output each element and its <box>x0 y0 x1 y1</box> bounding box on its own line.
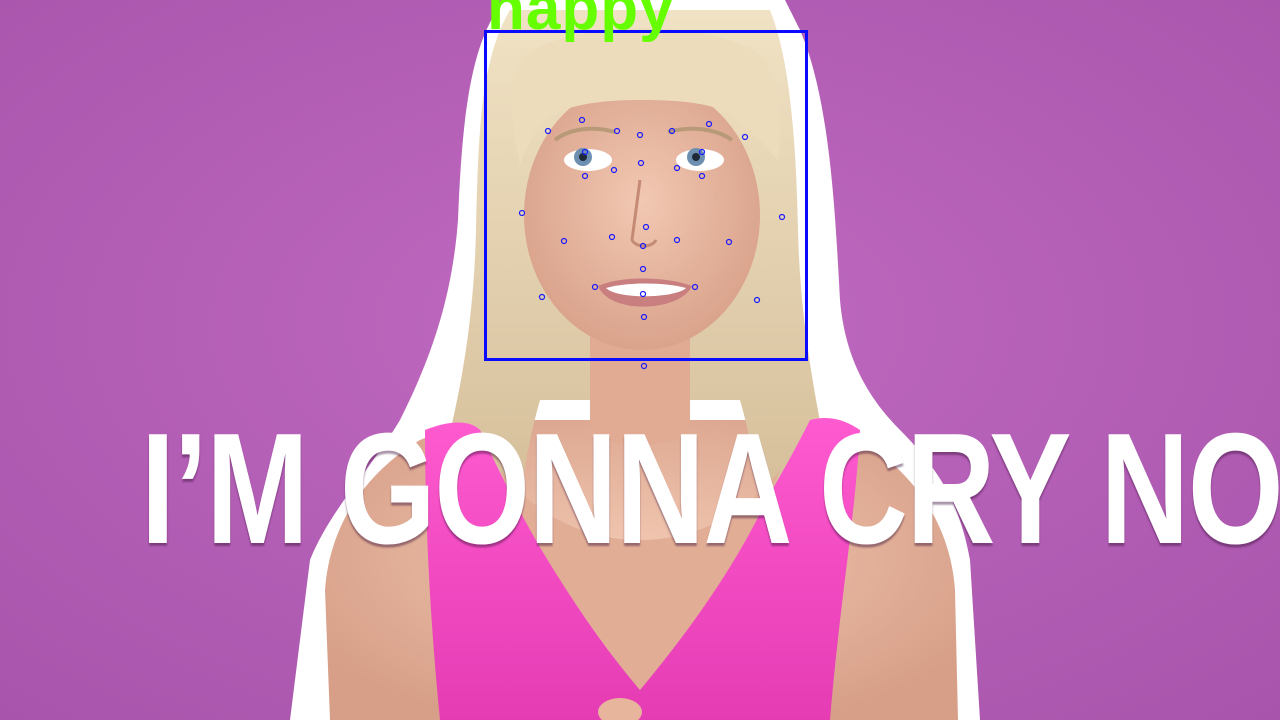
landmark-point <box>698 172 706 180</box>
landmark-point <box>608 233 616 241</box>
landmark-point <box>639 265 647 273</box>
landmark-point <box>778 213 786 221</box>
landmark-point <box>578 116 586 124</box>
landmark-point <box>705 120 713 128</box>
landmark-point <box>581 148 589 156</box>
landmark-point <box>725 238 733 246</box>
landmark-point <box>581 172 589 180</box>
landmark-point <box>613 127 621 135</box>
landmark-point <box>518 209 526 217</box>
landmark-point <box>591 283 599 291</box>
facial-landmarks <box>518 116 786 370</box>
video-frame: happy I’M GONNA CRY NOW <box>0 0 1280 720</box>
landmark-point <box>673 236 681 244</box>
landmark-point <box>544 127 552 135</box>
landmark-point <box>642 223 650 231</box>
landmark-point <box>673 164 681 172</box>
landmark-point <box>560 237 568 245</box>
landmark-point <box>741 133 749 141</box>
landmark-point <box>636 131 644 139</box>
meme-caption: I’M GONNA CRY NOW <box>140 401 1280 577</box>
landmark-point <box>640 362 648 370</box>
landmark-point <box>698 148 706 156</box>
landmark-point <box>637 159 645 167</box>
landmark-point <box>668 127 676 135</box>
landmark-point <box>753 296 761 304</box>
landmark-point <box>538 293 546 301</box>
landmark-point <box>639 242 647 250</box>
landmark-point <box>639 290 647 298</box>
landmark-point <box>691 283 699 291</box>
landmark-point <box>640 313 648 321</box>
emotion-label: happy <box>487 0 675 43</box>
landmark-point <box>610 166 618 174</box>
